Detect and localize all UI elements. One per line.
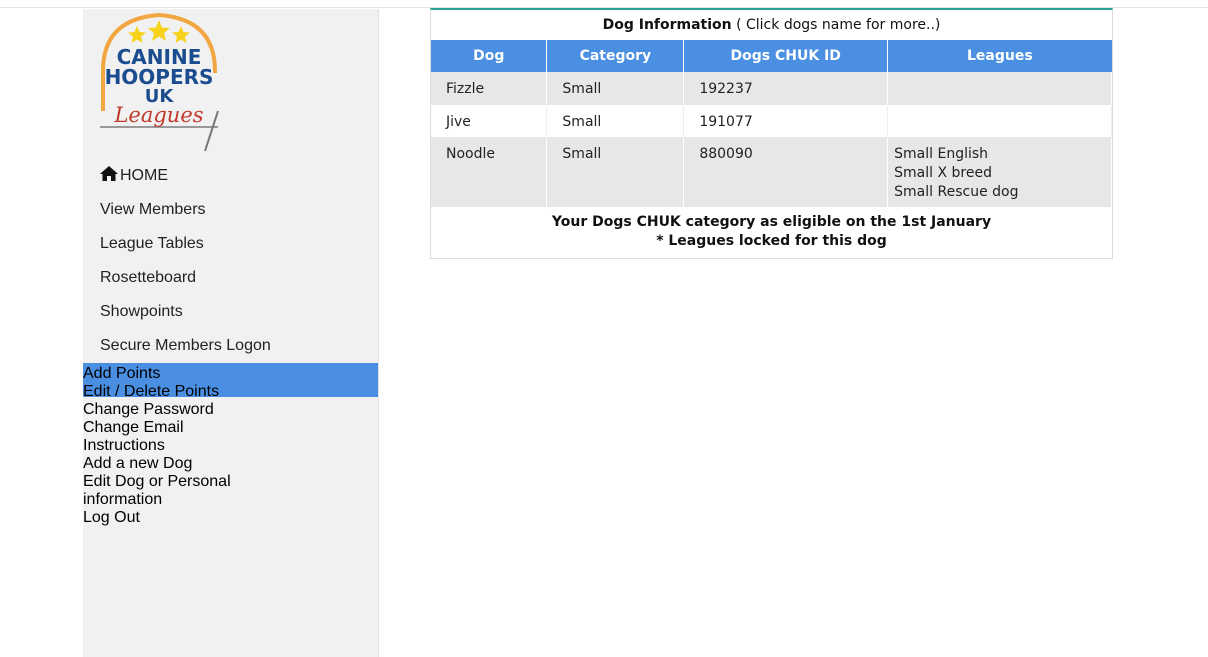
league-item: Small Rescue dog bbox=[894, 184, 1019, 200]
nav-item-rosetteboard[interactable]: Rosetteboard bbox=[83, 261, 378, 295]
svg-text:Leagues: Leagues bbox=[113, 103, 203, 127]
member-nav: Add Points Edit / Delete Points Change P… bbox=[83, 365, 378, 527]
eligibility-note-line1: Your Dogs CHUK category as eligible on t… bbox=[551, 214, 992, 230]
dogs-table: Dog Category Dogs CHUK ID Leagues Fizzle… bbox=[431, 40, 1112, 207]
table-row: Fizzle Small 192237 bbox=[431, 72, 1112, 105]
star-icon bbox=[148, 20, 170, 41]
nav-item-log-out[interactable]: Log Out bbox=[83, 509, 378, 527]
nav-item-home[interactable]: HOME bbox=[83, 159, 378, 193]
dog-leagues bbox=[887, 72, 1112, 105]
panel-title-bold: Dog Information bbox=[602, 17, 732, 33]
column-header-chuk-id: Dogs CHUK ID bbox=[683, 40, 889, 72]
nav-item-secure-members-logon[interactable]: Secure Members Logon bbox=[83, 329, 378, 363]
nav-item-edit-delete-points[interactable]: Edit / Delete Points bbox=[83, 383, 378, 401]
star-icon bbox=[128, 26, 146, 43]
dog-chuk-id: 880090 bbox=[683, 137, 889, 207]
column-header-dog: Dog bbox=[431, 40, 548, 72]
site-logo[interactable]: CANINE HOOPERS UK Leagues bbox=[97, 11, 222, 152]
league-item: Small X breed bbox=[894, 165, 992, 181]
star-icon bbox=[172, 26, 190, 43]
dog-category: Small bbox=[546, 137, 685, 207]
nav-item-add-new-dog[interactable]: Add a new Dog bbox=[83, 455, 378, 473]
logo-graphic: CANINE HOOPERS UK Leagues bbox=[100, 12, 219, 152]
dog-information-panel: Dog Information ( Click dogs name for mo… bbox=[430, 8, 1113, 259]
nav-item-view-members[interactable]: View Members bbox=[83, 193, 378, 227]
dog-name-link[interactable]: Fizzle bbox=[431, 72, 548, 105]
table-row: Jive Small 191077 bbox=[431, 105, 1112, 137]
dog-name-link[interactable]: Noodle bbox=[431, 137, 548, 207]
eligibility-note: Your Dogs CHUK category as eligible on t… bbox=[431, 207, 1112, 251]
league-item: Small English bbox=[894, 146, 989, 162]
nav-item-label: HOME bbox=[120, 167, 168, 184]
nav-item-change-password[interactable]: Change Password bbox=[83, 401, 378, 419]
nav-item-showpoints[interactable]: Showpoints bbox=[83, 295, 378, 329]
column-header-category: Category bbox=[546, 40, 685, 72]
nav-item-edit-dog-personal-info[interactable]: Edit Dog or Personal information bbox=[83, 473, 378, 509]
nav-item-label: Edit Dog or Personal information bbox=[83, 473, 231, 508]
nav-item-change-email[interactable]: Change Email bbox=[83, 419, 378, 437]
dog-chuk-id: 191077 bbox=[683, 105, 889, 137]
sidebar: CANINE HOOPERS UK Leagues HOME View Memb… bbox=[83, 9, 379, 657]
dog-leagues: Small English Small X breed Small Rescue… bbox=[887, 137, 1112, 207]
nav-item-add-points[interactable]: Add Points bbox=[83, 365, 378, 383]
panel-title: Dog Information ( Click dogs name for mo… bbox=[431, 10, 1112, 40]
panel-title-hint: ( Click dogs name for more..) bbox=[736, 17, 941, 33]
column-header-leagues: Leagues bbox=[887, 40, 1112, 72]
dog-leagues bbox=[887, 105, 1112, 137]
eligibility-note-line2: * Leagues locked for this dog bbox=[656, 233, 887, 249]
dog-chuk-id: 192237 bbox=[683, 72, 889, 105]
dog-category: Small bbox=[546, 105, 685, 137]
table-header-row: Dog Category Dogs CHUK ID Leagues bbox=[431, 40, 1112, 72]
dog-name-link[interactable]: Jive bbox=[431, 105, 548, 137]
home-icon bbox=[100, 166, 118, 181]
table-row: Noodle Small 880090 Small English Small … bbox=[431, 137, 1112, 207]
nav-item-instructions[interactable]: Instructions bbox=[83, 437, 378, 455]
nav-item-league-tables[interactable]: League Tables bbox=[83, 227, 378, 261]
dog-category: Small bbox=[546, 72, 685, 105]
main-nav: HOME View Members League Tables Rosetteb… bbox=[83, 159, 378, 397]
